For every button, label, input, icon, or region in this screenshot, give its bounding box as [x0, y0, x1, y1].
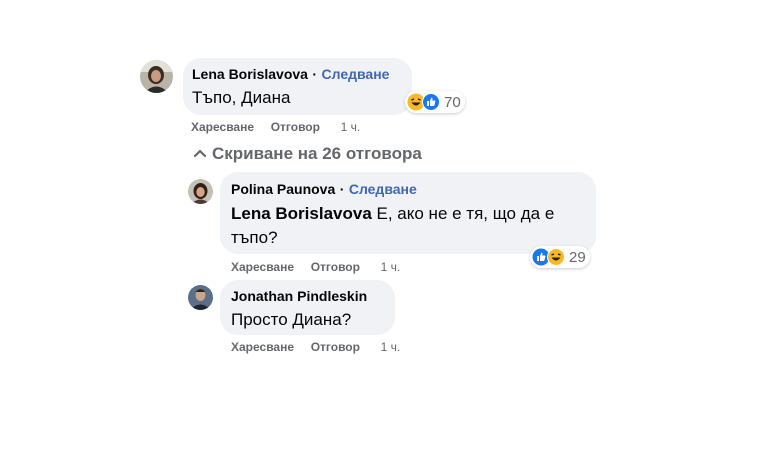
- chevron-up-icon: [193, 149, 207, 158]
- follow-button[interactable]: Следване: [322, 66, 390, 82]
- separator-dot: ·: [339, 181, 345, 197]
- timestamp[interactable]: 1 ч.: [341, 120, 361, 134]
- avatar[interactable]: [188, 285, 213, 310]
- comment-bubble: Lena Borislavova · Следване Тъпо, Диана: [183, 58, 412, 115]
- reaction-count: 70: [444, 93, 461, 111]
- avatar[interactable]: [188, 179, 213, 204]
- like-button[interactable]: Харесване: [191, 120, 254, 134]
- reply-text: Просто Диана?: [231, 310, 352, 329]
- haha-icon: [547, 248, 565, 266]
- reply-button[interactable]: Отговор: [271, 120, 320, 134]
- reply-author[interactable]: Polina Paunova: [231, 181, 335, 197]
- reply-text-line1: Е, ако не е тя, що да е: [376, 204, 555, 223]
- reply-author[interactable]: Jonathan Pindleskin: [231, 288, 367, 304]
- timestamp[interactable]: 1 ч.: [381, 340, 401, 354]
- mention-link[interactable]: Lena Borislavova: [231, 204, 372, 223]
- separator-dot: ·: [312, 66, 318, 82]
- reaction-summary[interactable]: 29: [530, 246, 590, 268]
- reply-button[interactable]: Отговор: [311, 260, 360, 274]
- reply-button[interactable]: Отговор: [311, 340, 360, 354]
- reply-text-line2: тъпо?: [231, 228, 278, 247]
- reaction-summary[interactable]: 70: [405, 91, 465, 113]
- hide-replies-button[interactable]: Скриване на 26 отговора: [193, 144, 422, 164]
- reaction-count: 29: [569, 248, 586, 266]
- timestamp[interactable]: 1 ч.: [381, 260, 401, 274]
- reply-bubble: Jonathan Pindleskin Просто Диана?: [220, 280, 395, 335]
- like-button[interactable]: Харесване: [231, 340, 294, 354]
- like-icon: [422, 93, 440, 111]
- comment-text: Тъпо, Диана: [192, 88, 291, 107]
- reply-bubble: Polina Paunova · Следване Lena Borislavo…: [220, 172, 596, 254]
- follow-button[interactable]: Следване: [349, 181, 417, 197]
- hide-replies-label: Скриване на 26 отговора: [212, 144, 422, 163]
- like-button[interactable]: Харесване: [231, 260, 294, 274]
- avatar[interactable]: [140, 60, 173, 93]
- comment-author[interactable]: Lena Borislavova: [192, 66, 308, 82]
